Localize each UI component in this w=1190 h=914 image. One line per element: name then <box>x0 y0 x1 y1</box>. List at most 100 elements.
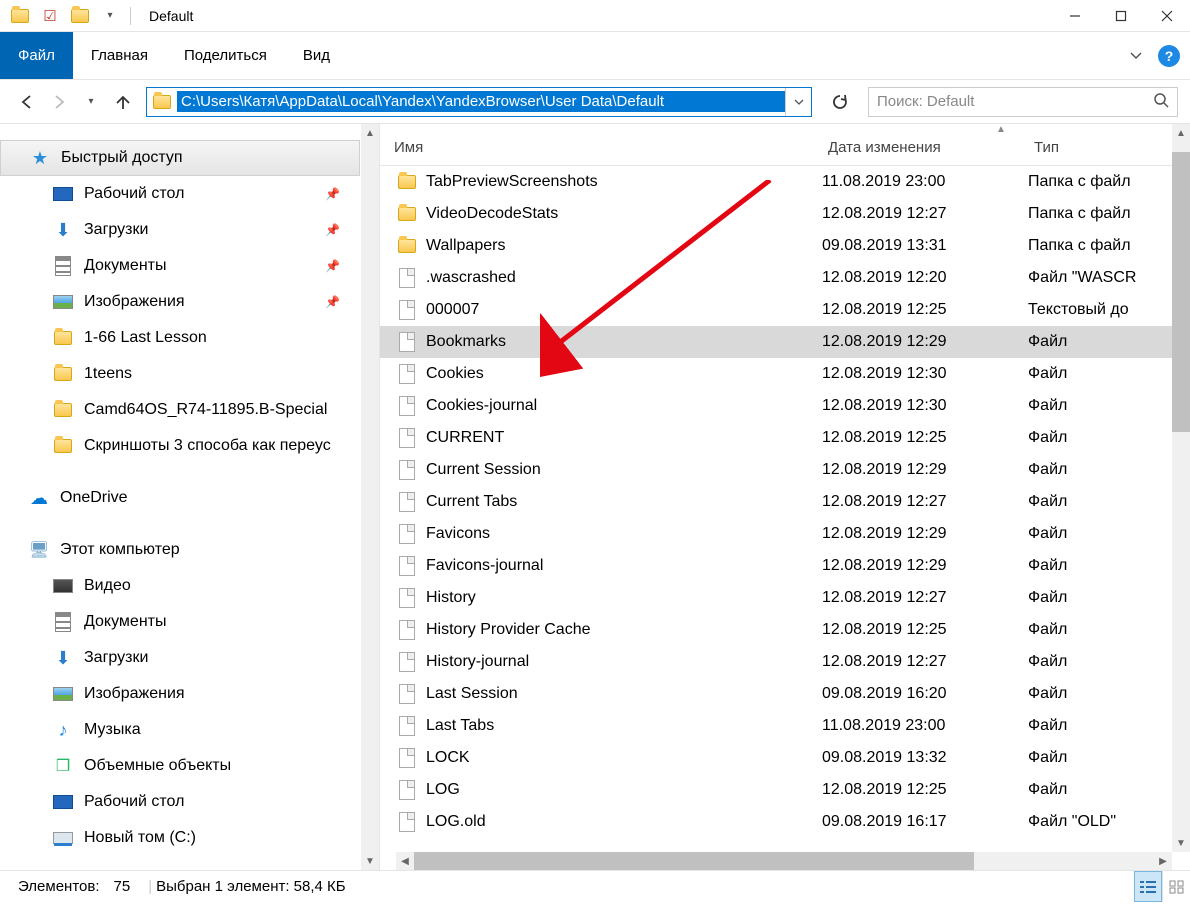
window-title: Default <box>139 8 193 24</box>
sidebar-quick-item-5[interactable]: 1teens <box>0 356 360 392</box>
file-row-7[interactable]: Cookies-journal 12.08.2019 12:30 Файл <box>380 390 1190 422</box>
scroll-down-icon[interactable]: ▼ <box>361 852 379 870</box>
search-input[interactable] <box>877 93 1153 110</box>
tab-share[interactable]: Поделиться <box>166 32 285 79</box>
file-name: .wascrashed <box>426 269 822 287</box>
column-type[interactable]: Тип <box>1026 139 1190 156</box>
sidebar-quick-item-7[interactable]: Скриншоты 3 способа как переус <box>0 428 360 464</box>
sidebar-quick-item-4[interactable]: 1-66 Last Lesson <box>0 320 360 356</box>
main-horizontal-scrollbar[interactable]: ◀ ▶ <box>396 852 1172 870</box>
file-type: Папка с файл <box>1028 237 1190 255</box>
file-name: Last Tabs <box>426 717 822 735</box>
scroll-left-icon[interactable]: ◀ <box>396 852 414 870</box>
scroll-up-icon[interactable]: ▲ <box>1172 124 1190 142</box>
file-row-3[interactable]: .wascrashed 12.08.2019 12:20 Файл "WASCR <box>380 262 1190 294</box>
sidebar-pc-item-5[interactable]: ❒Объемные объекты <box>0 748 360 784</box>
file-type: Текстовый до <box>1028 301 1190 319</box>
address-bar[interactable]: C:\Users\Катя\AppData\Local\Yandex\Yande… <box>146 87 812 117</box>
sidebar-this-pc[interactable]: 🖥Этот компьютер <box>0 532 360 568</box>
sidebar-quick-item-1[interactable]: ⬇Загрузки📌 <box>0 212 360 248</box>
horizontal-scroll-thumb[interactable] <box>414 852 974 870</box>
collapse-ribbon-button[interactable] <box>1124 44 1148 68</box>
sidebar-pc-item-0[interactable]: Видео <box>0 568 360 604</box>
search-icon[interactable] <box>1153 92 1169 112</box>
sidebar-pc-item-7[interactable]: Новый том (C:) <box>0 820 360 856</box>
scroll-right-icon[interactable]: ▶ <box>1154 852 1172 870</box>
sidebar-pc-item-6[interactable]: Рабочий стол <box>0 784 360 820</box>
cube-icon: ❒ <box>52 755 74 777</box>
sidebar-item-label: Быстрый доступ <box>61 149 183 167</box>
scroll-down-icon[interactable]: ▼ <box>1172 834 1190 852</box>
scroll-up-icon[interactable]: ▲ <box>361 124 379 142</box>
sidebar-quick-access[interactable]: ★Быстрый доступ <box>0 140 360 176</box>
minimize-button[interactable] <box>1052 0 1098 32</box>
main-vertical-scrollbar[interactable]: ▲ ▼ <box>1172 124 1190 852</box>
sidebar-scrollbar[interactable]: ▲ ▼ <box>361 124 379 870</box>
nav-up-button[interactable] <box>114 93 132 111</box>
file-icon <box>396 716 418 736</box>
file-icon <box>396 396 418 416</box>
status-bar: Элементов: 75 | Выбран 1 элемент: 58,4 К… <box>0 870 1190 902</box>
qa-newfolder-icon[interactable] <box>68 4 92 28</box>
sidebar-quick-item-2[interactable]: Документы📌 <box>0 248 360 284</box>
sidebar-onedrive[interactable]: ☁OneDrive <box>0 480 360 516</box>
sidebar-pc-item-2[interactable]: ⬇Загрузки <box>0 640 360 676</box>
view-icons-button[interactable] <box>1162 871 1190 902</box>
column-date[interactable]: Дата изменения <box>820 139 1026 156</box>
sidebar-item-label: Загрузки <box>84 649 148 667</box>
file-row-12[interactable]: Favicons-journal 12.08.2019 12:29 Файл <box>380 550 1190 582</box>
qa-properties-icon[interactable]: ☑ <box>38 4 62 28</box>
file-row-0[interactable]: TabPreviewScreenshots 11.08.2019 23:00 П… <box>380 166 1190 198</box>
refresh-button[interactable] <box>826 88 854 116</box>
file-row-15[interactable]: History-journal 12.08.2019 12:27 Файл <box>380 646 1190 678</box>
file-row-5[interactable]: Bookmarks 12.08.2019 12:29 Файл <box>380 326 1190 358</box>
file-name: LOCK <box>426 749 822 767</box>
address-path[interactable]: C:\Users\Катя\AppData\Local\Yandex\Yande… <box>177 91 785 112</box>
nav-forward-button[interactable] <box>50 93 68 111</box>
file-row-19[interactable]: LOG 12.08.2019 12:25 Файл <box>380 774 1190 806</box>
file-row-8[interactable]: CURRENT 12.08.2019 12:25 Файл <box>380 422 1190 454</box>
file-row-1[interactable]: VideoDecodeStats 12.08.2019 12:27 Папка … <box>380 198 1190 230</box>
file-row-14[interactable]: History Provider Cache 12.08.2019 12:25 … <box>380 614 1190 646</box>
file-row-18[interactable]: LOCK 09.08.2019 13:32 Файл <box>380 742 1190 774</box>
file-row-9[interactable]: Current Session 12.08.2019 12:29 Файл <box>380 454 1190 486</box>
close-button[interactable] <box>1144 0 1190 32</box>
maximize-button[interactable] <box>1098 0 1144 32</box>
file-row-4[interactable]: 000007 12.08.2019 12:25 Текстовый до <box>380 294 1190 326</box>
nav-recent-dropdown[interactable]: ▾ <box>82 93 100 111</box>
file-icon <box>396 620 418 640</box>
system-menu-icon[interactable] <box>8 4 32 28</box>
file-type: Файл <box>1028 589 1190 607</box>
qa-dropdown-icon[interactable]: ▾ <box>98 4 122 28</box>
address-dropdown-icon[interactable] <box>785 88 811 116</box>
tab-home[interactable]: Главная <box>73 32 166 79</box>
vertical-scroll-thumb[interactable] <box>1172 152 1190 432</box>
file-name: Cookies-journal <box>426 397 822 415</box>
file-name: LOG <box>426 781 822 799</box>
sidebar-quick-item-0[interactable]: Рабочий стол📌 <box>0 176 360 212</box>
file-row-20[interactable]: LOG.old 09.08.2019 16:17 Файл "OLD" <box>380 806 1190 838</box>
tab-file[interactable]: Файл <box>0 32 73 79</box>
file-row-6[interactable]: Cookies 12.08.2019 12:30 Файл <box>380 358 1190 390</box>
file-type: Файл <box>1028 333 1190 351</box>
nav-back-button[interactable] <box>18 93 36 111</box>
sidebar-pc-item-3[interactable]: Изображения <box>0 676 360 712</box>
file-row-10[interactable]: Current Tabs 12.08.2019 12:27 Файл <box>380 486 1190 518</box>
navigation-bar: ▾ C:\Users\Катя\AppData\Local\Yandex\Yan… <box>0 80 1190 124</box>
column-name[interactable]: Имя <box>380 139 820 156</box>
search-box[interactable] <box>868 87 1178 117</box>
file-row-11[interactable]: Favicons 12.08.2019 12:29 Файл <box>380 518 1190 550</box>
tab-view[interactable]: Вид <box>285 32 348 79</box>
help-icon[interactable]: ? <box>1158 45 1180 67</box>
sidebar-pc-item-4[interactable]: ♪Музыка <box>0 712 360 748</box>
file-row-16[interactable]: Last Session 09.08.2019 16:20 Файл <box>380 678 1190 710</box>
file-row-2[interactable]: Wallpapers 09.08.2019 13:31 Папка с файл <box>380 230 1190 262</box>
sidebar-quick-item-6[interactable]: Camd64OS_R74-11895.B-Special <box>0 392 360 428</box>
file-row-17[interactable]: Last Tabs 11.08.2019 23:00 Файл <box>380 710 1190 742</box>
view-details-button[interactable] <box>1134 871 1162 902</box>
sidebar-quick-item-3[interactable]: Изображения📌 <box>0 284 360 320</box>
file-row-13[interactable]: History 12.08.2019 12:27 Файл <box>380 582 1190 614</box>
sidebar-pc-item-1[interactable]: Документы <box>0 604 360 640</box>
folder-icon <box>396 175 418 189</box>
file-name: History Provider Cache <box>426 621 822 639</box>
